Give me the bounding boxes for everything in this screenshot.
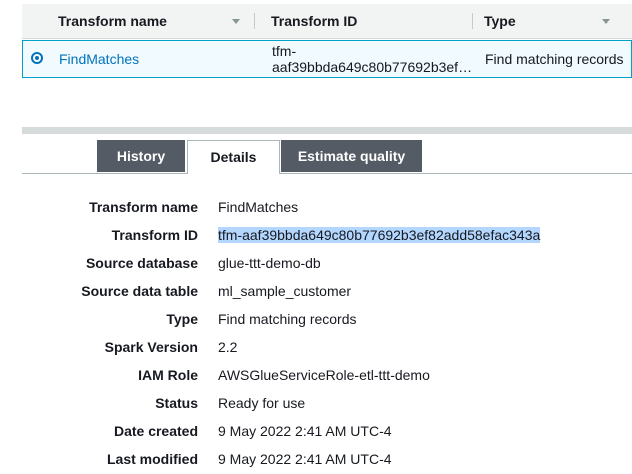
detail-value: 9 May 2022 2:41 AM UTC-4 bbox=[218, 451, 392, 467]
detail-row-iam-role: IAM Role AWSGlueServiceRole-etl-ttt-demo bbox=[0, 362, 632, 390]
column-header-transform-name[interactable]: Transform name bbox=[58, 4, 248, 38]
detail-row-source-data-table: Source data table ml_sample_customer bbox=[0, 278, 632, 306]
table-header: Transform name Transform ID Type bbox=[22, 4, 632, 39]
detail-row-transform-name: Transform name FindMatches bbox=[0, 194, 632, 222]
column-label: Transform name bbox=[58, 13, 167, 29]
row-select-radio[interactable] bbox=[31, 52, 43, 64]
column-label: Type bbox=[484, 13, 516, 29]
tab-estimate-quality[interactable]: Estimate quality bbox=[281, 140, 422, 172]
detail-label: Source data table bbox=[81, 283, 198, 299]
detail-value-selected-text[interactable]: tfm-aaf39bbda649c80b77692b3ef82add58efac… bbox=[218, 227, 541, 243]
transform-id-line1: tfm- bbox=[272, 43, 297, 59]
detail-row-status: Status Ready for use bbox=[0, 390, 632, 418]
detail-label: Type bbox=[166, 311, 198, 327]
column-header-transform-id[interactable]: Transform ID bbox=[271, 4, 471, 38]
detail-tabs: History Details Estimate quality bbox=[22, 140, 632, 174]
detail-row-source-database: Source database glue-ttt-demo-db bbox=[0, 250, 632, 278]
detail-label: Date created bbox=[113, 423, 198, 439]
detail-label: Transform ID bbox=[111, 227, 198, 243]
sort-caret-icon[interactable] bbox=[602, 19, 610, 24]
detail-value: glue-ttt-demo-db bbox=[218, 255, 321, 271]
transform-type-cell: Find matching records bbox=[485, 51, 624, 67]
detail-value: AWSGlueServiceRole-etl-ttt-demo bbox=[218, 367, 430, 383]
detail-row-transform-id: Transform ID tfm-aaf39bbda649c80b77692b3… bbox=[0, 222, 632, 250]
detail-value: ml_sample_customer bbox=[218, 283, 352, 299]
detail-row-type: Type Find matching records bbox=[0, 306, 632, 334]
transform-details: Transform name FindMatches Transform ID … bbox=[0, 194, 632, 474]
detail-label: Last modified bbox=[106, 451, 198, 467]
detail-value: 9 May 2022 2:41 AM UTC-4 bbox=[218, 423, 392, 439]
detail-row-last-modified: Last modified 9 May 2022 2:41 AM UTC-4 bbox=[0, 446, 632, 474]
detail-label: Status bbox=[155, 395, 198, 411]
detail-value: FindMatches bbox=[218, 199, 299, 215]
detail-label: Source database bbox=[85, 255, 198, 271]
transform-id-cell: tfm- aaf39bbda649c80b77692b3ef82add58efa… bbox=[272, 43, 477, 75]
tab-history[interactable]: History bbox=[97, 140, 185, 172]
table-row[interactable]: FindMatches tfm- aaf39bbda649c80b77692b3… bbox=[22, 40, 632, 78]
detail-row-spark-version: Spark Version 2.2 bbox=[0, 334, 632, 362]
column-label: Transform ID bbox=[271, 13, 358, 29]
panel-splitter[interactable] bbox=[22, 127, 632, 134]
detail-value: Ready for use bbox=[218, 395, 306, 411]
tab-details[interactable]: Details bbox=[187, 140, 280, 174]
sort-caret-icon[interactable] bbox=[232, 19, 240, 24]
transform-id-line2: aaf39bbda649c80b77692b3ef82add58efac343a bbox=[272, 59, 477, 75]
transforms-table: Transform name Transform ID Type FindMat… bbox=[22, 4, 632, 78]
detail-label: IAM Role bbox=[138, 367, 198, 383]
column-divider[interactable] bbox=[254, 13, 255, 29]
detail-row-date-created: Date created 9 May 2022 2:41 AM UTC-4 bbox=[0, 418, 632, 446]
detail-label: Transform name bbox=[89, 199, 198, 215]
transform-name-link[interactable]: FindMatches bbox=[59, 51, 139, 67]
detail-value: Find matching records bbox=[218, 311, 357, 327]
detail-value: 2.2 bbox=[218, 339, 238, 355]
column-header-type[interactable]: Type bbox=[484, 4, 632, 38]
detail-label: Spark Version bbox=[104, 339, 198, 355]
column-divider[interactable] bbox=[472, 13, 473, 29]
